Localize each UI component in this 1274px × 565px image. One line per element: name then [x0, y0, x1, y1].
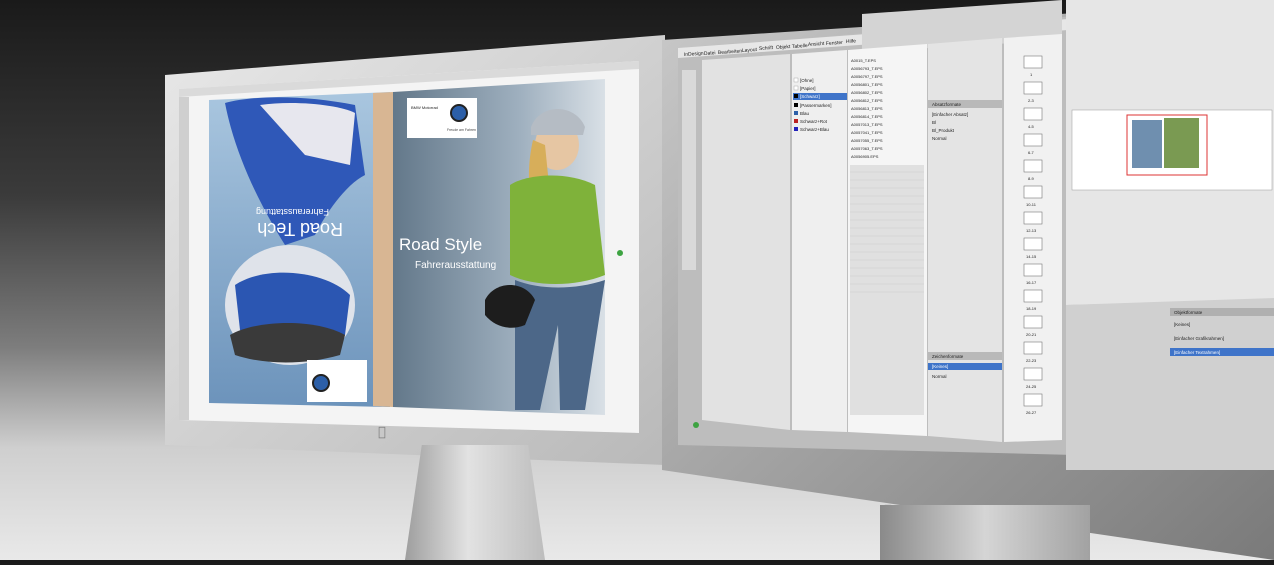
rotated-headline: Road Tech [257, 219, 343, 239]
menu-hilfe: Hilfe [846, 38, 857, 45]
svg-text:A0057013_T.EPS: A0057013_T.EPS [851, 122, 883, 127]
tools-panel [682, 70, 696, 270]
svg-text:[Einfacher Grafikrahmen]: [Einfacher Grafikrahmen] [1174, 336, 1224, 341]
svg-text:18-19: 18-19 [1026, 306, 1037, 311]
menu-objekt: Objekt [776, 44, 791, 51]
svg-text:A0056814_T.EPS: A0056814_T.EPS [851, 114, 883, 119]
svg-text:2-3: 2-3 [1028, 98, 1035, 103]
svg-text:[Keines]: [Keines] [932, 364, 948, 369]
svg-text:[Schwarz]: [Schwarz] [800, 94, 820, 99]
svg-text:Bl_Produkt: Bl_Produkt [932, 128, 955, 133]
svg-text:A0056905.EPS: A0056905.EPS [851, 154, 879, 159]
svg-text:26-27: 26-27 [1026, 410, 1037, 415]
rotated-subheadline: Fahrerausstattung [256, 207, 329, 217]
svg-text:A0056813_T.EPS: A0056813_T.EPS [851, 106, 883, 111]
svg-text:[Papier]: [Papier] [800, 86, 816, 91]
svg-text:6-7: 6-7 [1028, 150, 1035, 155]
left-monitor-graphic: Road Style Fahrerausstattung Road Tech F… [165, 35, 665, 465]
svg-text:12-13: 12-13 [1026, 228, 1037, 233]
svg-text:20-21: 20-21 [1026, 332, 1037, 337]
svg-text:A0057063_T.EPS: A0057063_T.EPS [851, 146, 883, 151]
status-dot [617, 250, 623, 256]
svg-text:16-17: 16-17 [1026, 280, 1037, 285]
svg-text:24-25: 24-25 [1026, 384, 1037, 389]
svg-text:Blau: Blau [800, 111, 810, 116]
svg-text:Normal: Normal [932, 136, 947, 141]
photo-scene: Road Style Fahrerausstattung Road Tech F… [0, 0, 1274, 560]
svg-text:Zeichenformate: Zeichenformate [932, 354, 964, 359]
left-monitor: Road Style Fahrerausstattung Road Tech F… [165, 35, 665, 465]
bmw-logo-icon-2 [312, 374, 330, 392]
logo-box-top [407, 98, 477, 138]
apple-logo-icon:  [378, 425, 386, 440]
svg-text:10-11: 10-11 [1026, 202, 1037, 207]
svg-text:[Keines]: [Keines] [1174, 322, 1190, 327]
right-stand [880, 505, 1090, 560]
panel-column-1 [702, 54, 790, 430]
subheadline: Fahrerausstattung [415, 260, 496, 271]
styles-panel [928, 38, 1002, 442]
brand-label: BMW Motorrad [411, 105, 438, 110]
svg-text:A0057041_T.EPS: A0057041_T.EPS [851, 130, 883, 135]
menu-schrift: Schrift [759, 45, 774, 52]
svg-text:14-15: 14-15 [1026, 254, 1037, 259]
status-dot-right [693, 422, 699, 428]
svg-text:Schwarz+Rot: Schwarz+Rot [800, 119, 828, 124]
menu-tabelle: Tabelle [792, 43, 808, 50]
bottom-panels [1066, 298, 1274, 470]
right-monitor-graphic: InDesign Datei Bearbeiten Layout Schrift… [662, 0, 1274, 560]
svg-text:A0015_T.EPS: A0015_T.EPS [851, 58, 876, 63]
svg-text:8-9: 8-9 [1028, 176, 1035, 181]
svg-text:4-5: 4-5 [1028, 124, 1035, 129]
menu-ansicht: Ansicht [808, 41, 825, 48]
svg-text:A0056812_T.EPS: A0056812_T.EPS [851, 98, 883, 103]
svg-text:A0056802_T.EPS: A0056802_T.EPS [851, 90, 883, 95]
green-shirt [510, 175, 605, 284]
bmw-logo-icon [450, 104, 468, 122]
menu-fenster: Fenster [826, 40, 844, 47]
svg-text:[Ohne]: [Ohne] [800, 78, 814, 83]
svg-text:22-23: 22-23 [1026, 358, 1037, 363]
menu-layout: Layout [742, 47, 758, 54]
menu-datei: Datei [704, 50, 716, 57]
svg-text:A0056801_T.EPS: A0056801_T.EPS [851, 82, 883, 87]
svg-text:[Einfacher Absatz]: [Einfacher Absatz] [932, 112, 968, 117]
svg-text:Absatzformate: Absatzformate [932, 102, 962, 107]
svg-text:A0057055_T.EPS: A0057055_T.EPS [851, 138, 883, 143]
svg-text:Schwarz+Blau: Schwarz+Blau [800, 127, 829, 132]
svg-text:Normal: Normal [932, 374, 947, 379]
tagline: Freude am Fahren [447, 128, 476, 132]
svg-text:[Einfacher Textrahmen]: [Einfacher Textrahmen] [1174, 350, 1220, 355]
right-monitor: InDesign Datei Bearbeiten Layout Schrift… [662, 0, 1274, 560]
svg-text:Bl: Bl [932, 120, 936, 125]
headline-road-style: Road Style [399, 235, 482, 254]
svg-text:Objektformate: Objektformate [1174, 310, 1203, 315]
svg-text:A0056793_T.EPS: A0056793_T.EPS [851, 66, 883, 71]
svg-text:A0056797_T.EPS: A0056797_T.EPS [851, 74, 883, 79]
left-stand [405, 445, 545, 560]
svg-text:[Passermarken]: [Passermarken] [800, 103, 832, 108]
